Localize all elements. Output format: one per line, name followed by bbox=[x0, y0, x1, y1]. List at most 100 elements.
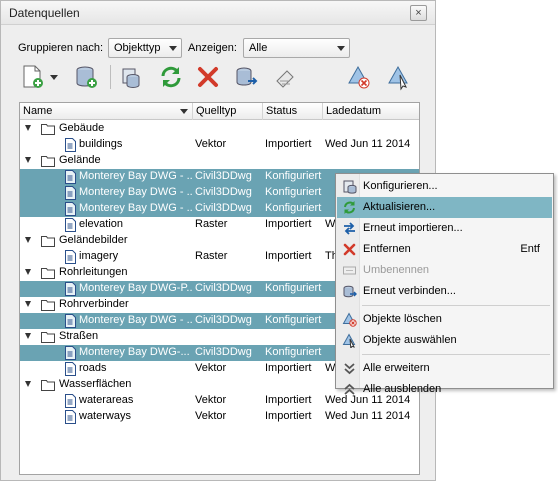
menu-item: Umbenennen bbox=[337, 260, 552, 281]
menu-item[interactable]: Alle erweitern bbox=[337, 358, 552, 379]
feature-select-button[interactable] bbox=[384, 63, 412, 91]
menu-item-label: Aktualisieren... bbox=[363, 201, 436, 213]
column-date[interactable]: Ladedatum bbox=[323, 103, 419, 120]
context-menu: Konfigurieren... Aktualisieren... Erneut i… bbox=[335, 173, 554, 395]
column-type[interactable]: Quelltyp bbox=[193, 103, 263, 120]
cell-name: waterways bbox=[79, 410, 131, 422]
expand-arrow-icon[interactable] bbox=[25, 301, 31, 307]
column-header: Name Quelltyp Status Ladedatum bbox=[20, 103, 419, 120]
column-name-label: Name bbox=[23, 105, 53, 117]
cell-status: Konfiguriert bbox=[265, 346, 322, 358]
panel-title: Datenquellen bbox=[9, 6, 80, 20]
export-button[interactable] bbox=[271, 63, 299, 91]
expand-arrow-icon[interactable] bbox=[25, 125, 31, 131]
expand-arrow-icon[interactable] bbox=[25, 381, 31, 387]
rename-icon bbox=[342, 263, 357, 278]
group-name: Rohrleitungen bbox=[59, 266, 128, 278]
table-row[interactable]: buildings Vektor Importiert Wed Jun 11 2014 bbox=[20, 137, 419, 153]
reconnect-button[interactable] bbox=[232, 63, 260, 91]
cell-date: Wed Jun 11 2014 bbox=[325, 138, 411, 150]
group-name: Gebäude bbox=[59, 122, 105, 134]
menu-item-label: Objekte auswählen bbox=[363, 334, 457, 346]
refresh-button[interactable] bbox=[157, 63, 185, 91]
menu-item[interactable]: Entfernen Entf bbox=[337, 239, 552, 260]
cell-status: Konfiguriert bbox=[265, 314, 322, 326]
cell-name: roads bbox=[79, 362, 107, 374]
folder-icon bbox=[41, 299, 55, 311]
cell-status: Konfiguriert bbox=[265, 186, 322, 198]
add-database-button[interactable] bbox=[72, 63, 100, 91]
cell-type: Vektor bbox=[195, 362, 227, 374]
remove-button[interactable] bbox=[194, 63, 222, 91]
menu-item-label: Erneut importieren... bbox=[363, 222, 463, 234]
cell-status: Importiert bbox=[265, 218, 312, 230]
document-icon bbox=[64, 362, 76, 376]
database-properties-button[interactable] bbox=[117, 63, 145, 91]
menu-item[interactable]: Aktualisieren... bbox=[337, 197, 552, 218]
configure-icon bbox=[342, 179, 357, 194]
document-icon bbox=[64, 394, 76, 408]
reconnect-icon bbox=[342, 284, 357, 299]
cell-name: Monterey Bay DWG - ... bbox=[79, 314, 193, 326]
expand-arrow-icon[interactable] bbox=[25, 157, 31, 163]
folder-icon bbox=[41, 267, 55, 279]
chevron-down-icon[interactable] bbox=[50, 75, 58, 80]
show-select[interactable]: Alle bbox=[243, 38, 350, 58]
menu-item[interactable]: Alle ausblenden bbox=[337, 379, 552, 400]
menu-item[interactable]: Objekte auswählen bbox=[337, 330, 552, 351]
cell-status: Importiert bbox=[265, 138, 312, 150]
folder-icon bbox=[41, 155, 55, 167]
close-button[interactable]: × bbox=[410, 5, 427, 21]
sort-arrow-icon bbox=[180, 109, 188, 114]
table-row[interactable]: waterways Vektor Importiert Wed Jun 11 2014 bbox=[20, 409, 419, 425]
cell-status: Importiert bbox=[265, 410, 312, 422]
group-name: Straßen bbox=[59, 330, 99, 342]
cell-type: Raster bbox=[195, 218, 228, 230]
refresh-icon bbox=[342, 200, 357, 215]
menu-item-label: Konfigurieren... bbox=[363, 180, 438, 192]
document-icon bbox=[64, 346, 76, 360]
cell-status: Konfiguriert bbox=[265, 170, 322, 182]
new-data-source-button[interactable] bbox=[19, 63, 47, 91]
menu-item-label: Alle ausblenden bbox=[363, 383, 442, 395]
title-bar[interactable]: Datenquellen × bbox=[1, 1, 435, 25]
document-icon bbox=[64, 250, 76, 264]
group-row[interactable]: Gebäude bbox=[20, 121, 419, 137]
cell-name: Monterey Bay DWG-... bbox=[79, 346, 190, 358]
document-icon bbox=[64, 282, 76, 296]
folder-icon bbox=[41, 123, 55, 135]
menu-item[interactable]: Objekte löschen bbox=[337, 309, 552, 330]
column-status[interactable]: Status bbox=[263, 103, 323, 120]
group-by-select[interactable]: Objekttyp bbox=[108, 38, 182, 58]
expand-arrow-icon[interactable] bbox=[25, 237, 31, 243]
select-objects-icon bbox=[342, 333, 357, 350]
folder-icon bbox=[41, 331, 55, 343]
remove-icon bbox=[342, 242, 357, 257]
menu-item[interactable]: Erneut verbinden... bbox=[337, 281, 552, 302]
menu-item-label: Umbenennen bbox=[363, 264, 430, 276]
chevron-down-icon bbox=[337, 46, 345, 51]
column-name[interactable]: Name bbox=[20, 103, 193, 120]
column-type-label: Quelltyp bbox=[196, 105, 237, 117]
expand-arrow-icon[interactable] bbox=[25, 333, 31, 339]
delete-objects-icon bbox=[342, 312, 357, 327]
menu-item-shortcut: Entf bbox=[520, 243, 540, 255]
cell-name: waterareas bbox=[79, 394, 134, 406]
column-status-label: Status bbox=[266, 105, 298, 117]
feature-remove-button[interactable] bbox=[344, 63, 372, 91]
expand-all-icon bbox=[342, 361, 357, 376]
cell-type: Raster bbox=[195, 250, 228, 262]
menu-separator bbox=[362, 354, 550, 355]
menu-item[interactable]: Konfigurieren... bbox=[337, 176, 552, 197]
toolbar-separator bbox=[110, 65, 111, 89]
menu-item[interactable]: Erneut importieren... bbox=[337, 218, 552, 239]
cell-type: Civil3DDwg bbox=[195, 170, 252, 182]
menu-item-label: Alle erweitern bbox=[363, 362, 430, 374]
chevron-down-icon bbox=[169, 46, 177, 51]
menu-item-label: Objekte löschen bbox=[363, 313, 442, 325]
column-date-label: Ladedatum bbox=[326, 105, 382, 117]
cell-status: Konfiguriert bbox=[265, 282, 322, 294]
expand-arrow-icon[interactable] bbox=[25, 269, 31, 275]
document-icon bbox=[64, 202, 76, 216]
group-row[interactable]: Gelände bbox=[20, 153, 419, 169]
